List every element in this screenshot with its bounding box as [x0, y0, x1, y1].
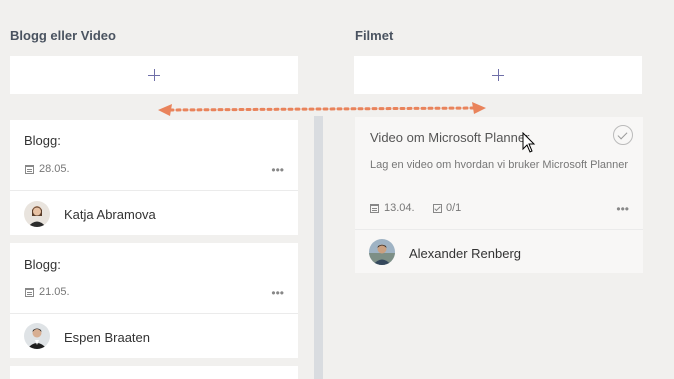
- drag-annotation-arrow: [158, 102, 486, 116]
- mouse-cursor-icon: [522, 132, 536, 153]
